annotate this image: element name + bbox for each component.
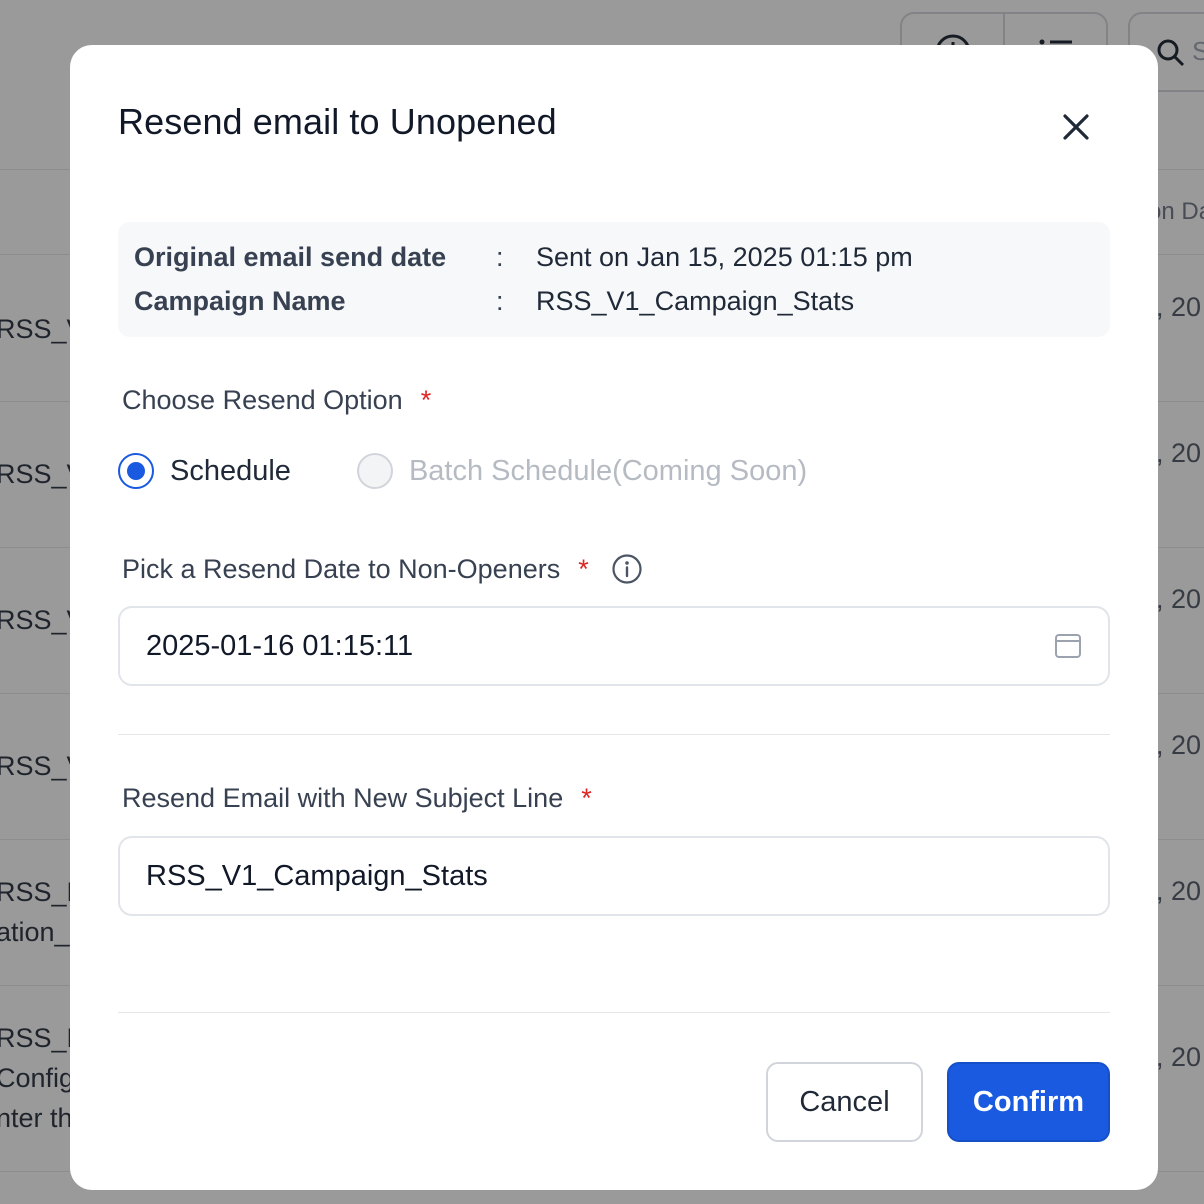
calendar-icon[interactable] <box>1054 632 1082 660</box>
campaign-name-label: Campaign Name <box>134 286 346 316</box>
separator: : <box>496 242 504 272</box>
confirm-button[interactable]: Confirm <box>947 1062 1110 1142</box>
campaign-name-value: RSS_V1_Campaign_Stats <box>536 286 855 316</box>
resend-option-radio-group: Schedule Batch Schedule(Coming Soon) <box>118 453 807 489</box>
info-icon[interactable] <box>611 553 643 585</box>
resend-option-label: Choose Resend Option * <box>122 385 432 415</box>
section-divider <box>118 734 1110 735</box>
required-mark: * <box>578 553 589 584</box>
resend-email-modal: Resend email to Unopened Original email … <box>70 45 1158 1190</box>
send-date-label: Original email send date <box>134 242 447 272</box>
radio-schedule-label[interactable]: Schedule <box>170 455 291 488</box>
close-button[interactable] <box>1058 109 1094 145</box>
modal-title: Resend email to Unopened <box>118 101 557 142</box>
radio-batch-schedule: Batch Schedule(Coming Soon) <box>356 453 808 489</box>
radio-schedule[interactable]: Schedule <box>118 453 291 489</box>
close-icon <box>1063 114 1089 140</box>
resend-date-input[interactable]: 2025-01-16 01:15:11 <box>118 606 1110 686</box>
separator: : <box>496 286 504 316</box>
send-date-value: Sent on Jan 15, 2025 01:15 pm <box>536 242 913 272</box>
radio-disabled-icon <box>356 453 393 489</box>
subject-line-label: Resend Email with New Subject Line * <box>122 783 592 813</box>
subject-line-value: RSS_V1_Campaign_Stats <box>146 859 488 892</box>
campaign-info-box: Original email send date : Sent on Jan 1… <box>118 222 1110 337</box>
radio-checked-icon[interactable] <box>118 453 154 489</box>
cancel-button[interactable]: Cancel <box>766 1062 923 1142</box>
subject-line-input[interactable]: RSS_V1_Campaign_Stats <box>118 836 1110 916</box>
required-mark: * <box>581 783 592 813</box>
radio-batch-schedule-label: Batch Schedule(Coming Soon) <box>408 454 808 487</box>
resend-date-label: Pick a Resend Date to Non-Openers * <box>122 553 643 585</box>
footer-divider <box>118 1012 1110 1013</box>
required-mark: * <box>420 385 432 415</box>
resend-date-value: 2025-01-16 01:15:11 <box>146 629 414 662</box>
